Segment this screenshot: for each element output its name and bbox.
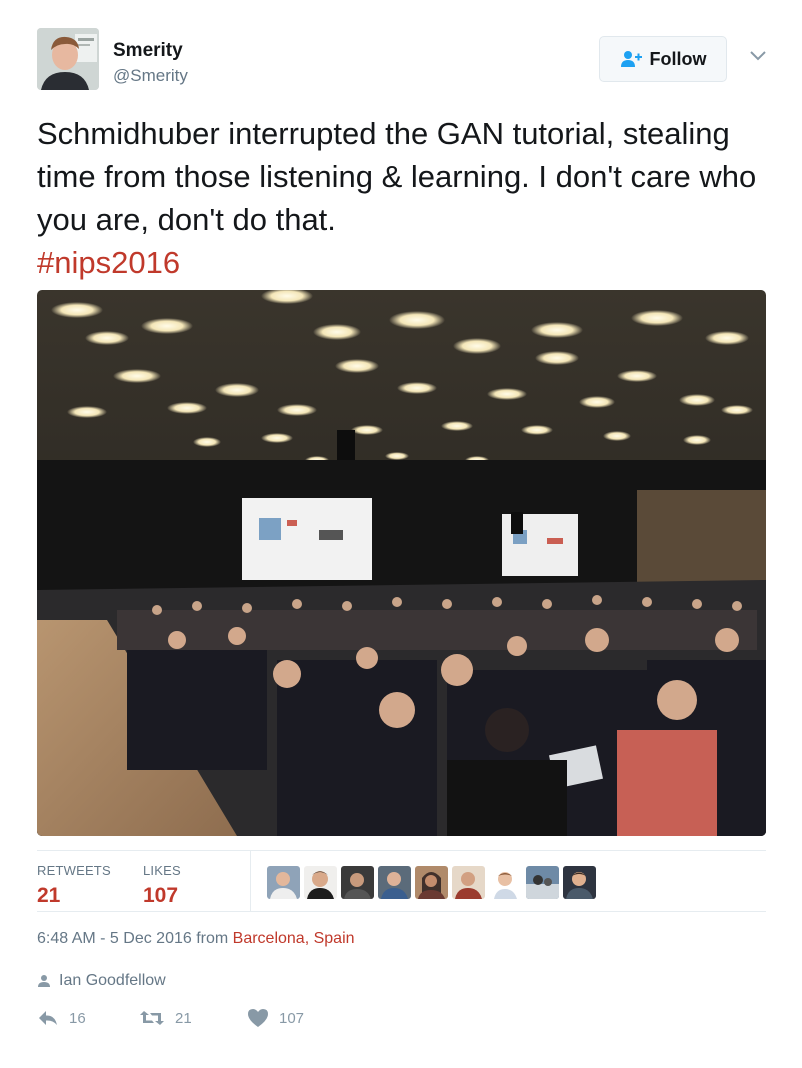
likes-stat[interactable]: LIKES 107 <box>143 863 181 908</box>
like-count: 107 <box>279 1009 305 1027</box>
retweet-button[interactable]: 21 <box>139 1009 247 1027</box>
chevron-down-icon[interactable] <box>749 50 767 62</box>
liker-avatars <box>267 866 596 899</box>
retweets-label: RETWEETS <box>37 863 111 878</box>
author-handle[interactable]: @Smerity <box>113 66 188 86</box>
reply-icon <box>39 1011 57 1025</box>
heart-icon <box>248 1009 268 1027</box>
likes-label: LIKES <box>143 863 181 878</box>
tweet-header: Smerity @Smerity Follow <box>37 28 767 92</box>
person-icon <box>38 975 50 987</box>
reply-count: 16 <box>69 1009 86 1027</box>
liker-avatar[interactable] <box>267 866 300 899</box>
retweets-count: 21 <box>37 884 61 907</box>
liker-avatar[interactable] <box>378 866 411 899</box>
tweet-text: Schmidhuber interrupted the GAN tutorial… <box>37 112 767 284</box>
tweet-actions: 16 21 107 <box>37 1008 304 1028</box>
liker-avatar[interactable] <box>526 866 559 899</box>
hashtag-link[interactable]: #nips2016 <box>37 245 180 280</box>
liker-avatar[interactable] <box>304 866 337 899</box>
tweet-timestamp: 6:48 AM - 5 Dec 2016 from Barcelona, Spa… <box>37 930 355 948</box>
liker-avatar[interactable] <box>415 866 448 899</box>
tweet-stats: RETWEETS 21 LIKES 107 <box>37 850 766 912</box>
author-name[interactable]: Smerity <box>113 40 183 62</box>
context-user[interactable]: Ian Goodfellow <box>59 972 166 990</box>
reply-button[interactable]: 16 <box>37 1009 139 1027</box>
follow-person-icon <box>620 51 642 67</box>
likes-count: 107 <box>143 884 179 907</box>
location-link[interactable]: Barcelona, Spain <box>233 930 355 947</box>
author-avatar[interactable] <box>37 28 99 90</box>
timestamp-time[interactable]: 6:48 AM - 5 Dec 2016 from <box>37 930 233 947</box>
like-button[interactable]: 107 <box>247 1008 304 1028</box>
reply-context: Ian Goodfellow <box>37 972 166 990</box>
stats-divider <box>250 851 251 911</box>
liker-avatar[interactable] <box>489 866 522 899</box>
follow-button-label: Follow <box>649 48 707 69</box>
liker-avatar[interactable] <box>563 866 596 899</box>
retweets-stat[interactable]: RETWEETS 21 <box>37 863 111 908</box>
tweet-body: Schmidhuber interrupted the GAN tutorial… <box>37 116 757 237</box>
liker-avatar[interactable] <box>341 866 374 899</box>
liker-avatar[interactable] <box>452 866 485 899</box>
retweet-count: 21 <box>175 1009 192 1027</box>
retweet-icon <box>140 1011 164 1025</box>
tweet-photo[interactable] <box>37 290 766 836</box>
follow-button[interactable]: Follow <box>599 36 727 82</box>
